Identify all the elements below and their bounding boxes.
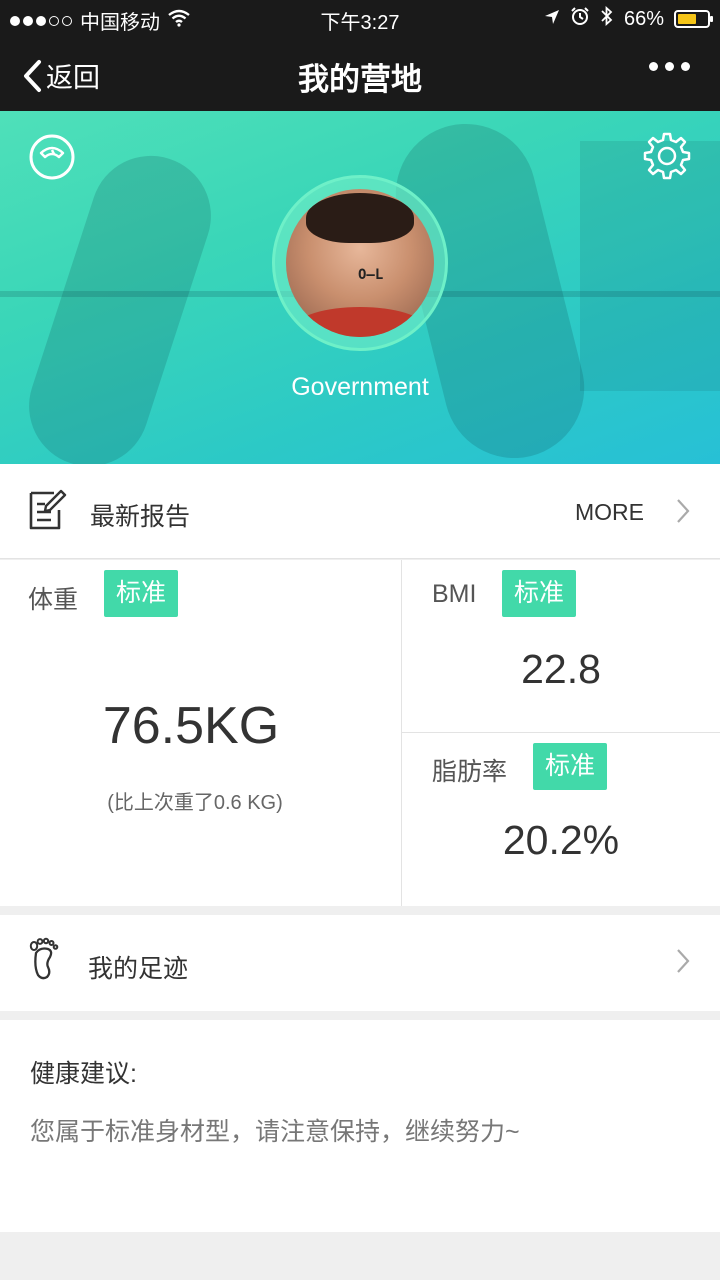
weight-label: 体重 — [28, 586, 79, 614]
page-title: 我的营地 — [298, 62, 422, 97]
my-footprint-row[interactable]: 我的足迹 — [0, 915, 720, 1011]
avatar-ring[interactable]: O—L — [272, 175, 448, 351]
bmi-card[interactable]: BMI 标准 22.8 — [402, 560, 720, 733]
chevron-right-icon — [677, 949, 690, 973]
location-icon — [544, 8, 560, 31]
weight-value: 76.5KG — [102, 697, 280, 755]
health-advice-section: 健康建议: 您属于标准身材型，请注意保持，继续努力~ — [0, 1020, 720, 1232]
more-link[interactable]: MORE — [575, 499, 644, 526]
avatar: O—L — [286, 189, 434, 337]
alarm-icon — [570, 6, 590, 32]
footprint-label: 我的足迹 — [88, 955, 189, 983]
body-fat-label: 脂肪率 — [432, 758, 508, 786]
metrics-panel: 体重 标准 76.5KG (比上次重了0.6 KG) BMI 标准 22.8 脂… — [0, 560, 720, 906]
username: Government — [291, 373, 429, 401]
battery-percent: 66% — [623, 7, 664, 30]
latest-report-title: 最新报告 — [90, 503, 191, 531]
latest-report-row[interactable]: 最新报告 MORE — [0, 464, 720, 559]
body-fat-value: 20.2% — [502, 817, 620, 863]
battery-icon — [674, 10, 713, 28]
weight-difference: (比上次重了0.6 KG) — [107, 792, 283, 814]
more-dots-icon[interactable] — [649, 62, 690, 71]
body-fat-card[interactable]: 脂肪率 标准 20.2% — [402, 733, 720, 906]
report-icon — [28, 488, 68, 537]
status-right: 66% — [544, 5, 713, 32]
profile-hero: O—L Government — [0, 111, 720, 464]
nav-bar: 返回 我的营地 — [0, 36, 720, 111]
scale-icon[interactable] — [28, 133, 76, 186]
background-runner-silhouette — [13, 140, 227, 464]
gear-icon[interactable] — [642, 131, 692, 186]
status-bar: 中国移动 下午3:27 66% — [0, 0, 720, 36]
chevron-right-icon — [677, 499, 690, 523]
health-advice-text: 您属于标准身材型，请注意保持，继续努力~ — [30, 1118, 520, 1146]
health-advice-title: 健康建议: — [30, 1060, 137, 1088]
bmi-label: BMI — [432, 580, 477, 608]
bmi-status-badge: 标准 — [502, 570, 577, 617]
weight-card[interactable]: 体重 标准 76.5KG (比上次重了0.6 KG) — [0, 560, 402, 906]
body-fat-status-badge: 标准 — [533, 743, 608, 790]
footprint-icon — [28, 937, 60, 986]
weight-status-badge: 标准 — [104, 570, 179, 617]
bluetooth-icon — [600, 5, 614, 32]
bmi-value: 22.8 — [521, 646, 601, 692]
avatar-face-marking: O—L — [358, 267, 384, 283]
